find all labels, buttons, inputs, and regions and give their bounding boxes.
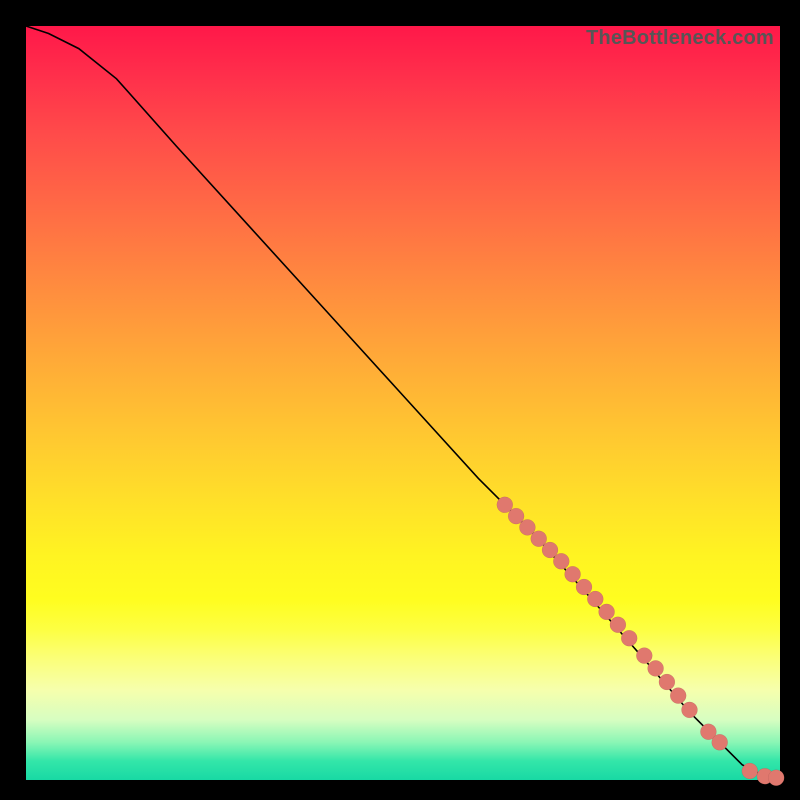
chart-svg (26, 26, 780, 780)
chart-frame: TheBottleneck.com (0, 0, 800, 800)
curve-line (26, 26, 780, 779)
data-point-marker (648, 660, 664, 676)
data-point-marker (712, 734, 728, 750)
data-point-marker (742, 763, 758, 779)
data-point-marker (587, 591, 603, 607)
data-point-marker (599, 604, 615, 620)
data-point-marker (610, 617, 626, 633)
data-point-marker (565, 566, 581, 582)
plot-area: TheBottleneck.com (26, 26, 780, 780)
data-point-marker (682, 702, 698, 718)
data-point-marker (659, 674, 675, 690)
data-point-marker (553, 553, 569, 569)
data-point-marker (576, 579, 592, 595)
data-point-marker (768, 770, 784, 786)
data-point-marker (621, 630, 637, 646)
data-point-marker (636, 648, 652, 664)
markers-group (497, 497, 784, 786)
data-point-marker (670, 688, 686, 704)
